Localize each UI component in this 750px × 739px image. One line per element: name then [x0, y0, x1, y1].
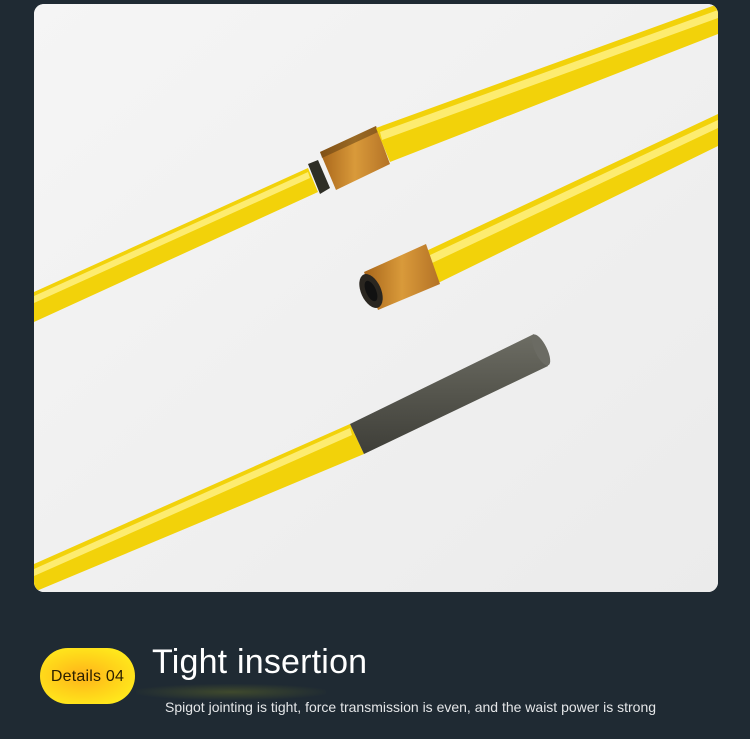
section-title: Tight insertion [152, 643, 368, 681]
fishing-rod-sections-photo [34, 4, 718, 592]
details-badge: Details 04 [40, 648, 135, 704]
product-photo [34, 4, 718, 592]
section-subtitle: Spigot jointing is tight, force transmis… [165, 699, 657, 715]
details-badge-label: Details 04 [50, 668, 125, 685]
